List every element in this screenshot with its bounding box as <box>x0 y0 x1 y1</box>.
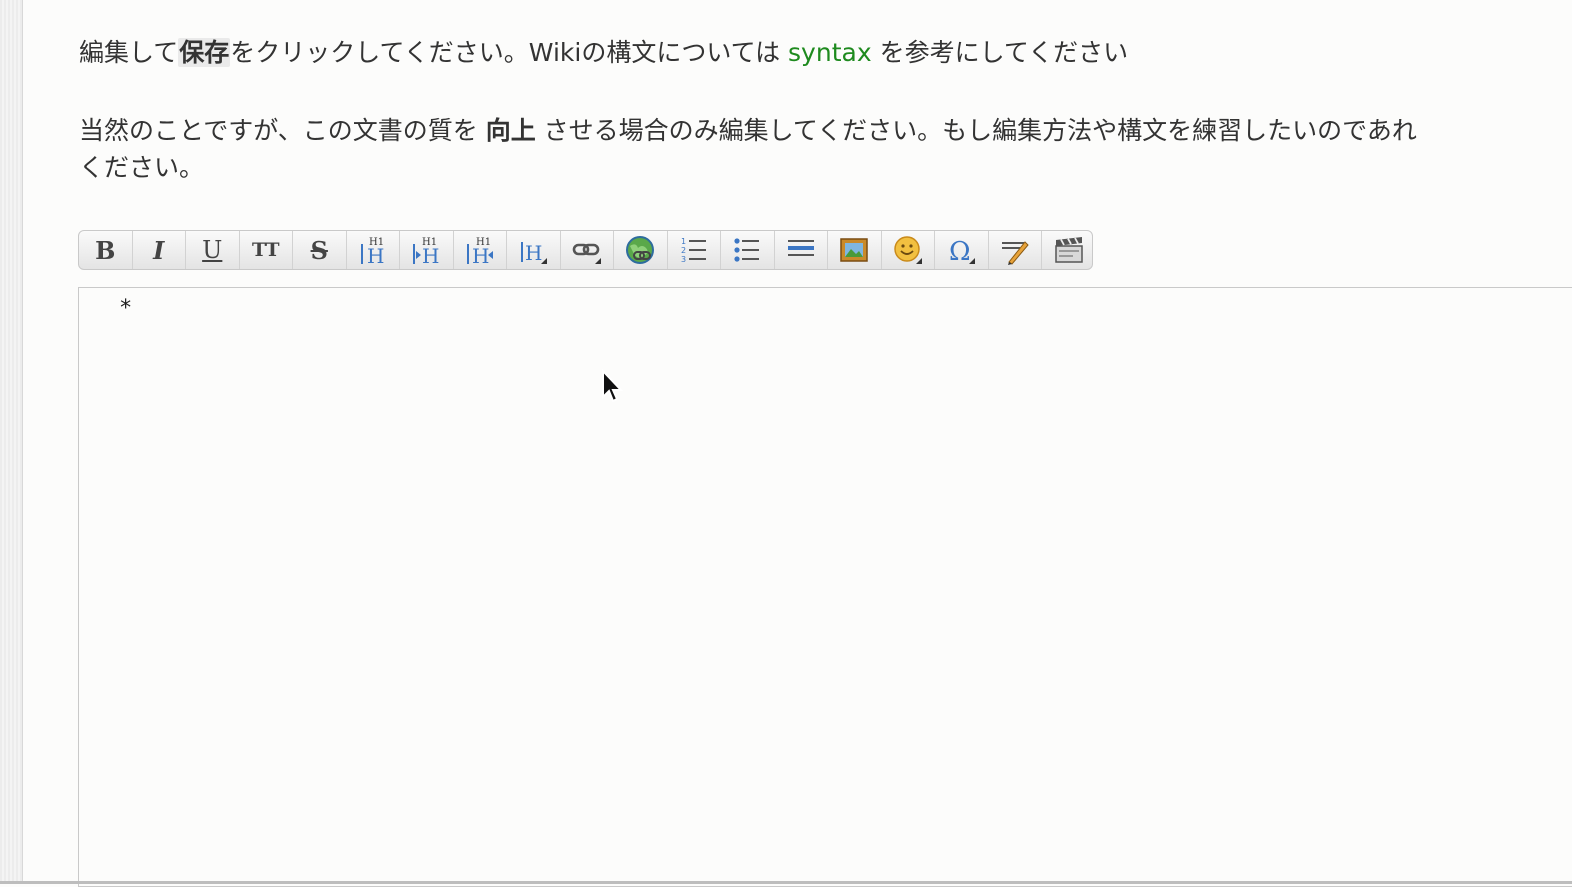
intro-middle: をクリックしてください。Wikiの構文については <box>230 38 789 67</box>
notice-text: 当然のことですが、この文書の質を 向上 させる場合のみ編集してください。もし編集… <box>79 112 1572 186</box>
link-icon <box>572 243 601 264</box>
svg-text:3: 3 <box>681 255 686 264</box>
svg-text:H: H <box>367 244 384 266</box>
omega-icon: Ω <box>949 237 976 266</box>
ordered-list-icon: 1 2 3 <box>681 237 706 264</box>
globe-link-icon <box>626 236 655 264</box>
svg-text:2: 2 <box>681 246 686 255</box>
heading-lower-button[interactable]: H1 H <box>400 231 454 269</box>
ordered-list-button[interactable]: 1 2 3 <box>668 231 721 269</box>
notice-strong: 向上 <box>485 116 536 145</box>
monospace-icon: TT <box>251 239 280 261</box>
clapperboard-icon <box>1055 237 1083 263</box>
media-button[interactable] <box>828 231 882 269</box>
notice-before: 当然のことですが、この文書の質を <box>79 116 486 145</box>
svg-text:1: 1 <box>681 237 686 246</box>
mouse-cursor-icon <box>602 369 624 403</box>
external-link-button[interactable] <box>614 231 668 269</box>
notice-after: させる場合のみ編集してください。もし編集方法や構文を練習したいのであれ <box>535 116 1417 145</box>
unordered-list-icon <box>734 238 760 262</box>
left-border <box>0 0 23 884</box>
unordered-list-button[interactable] <box>721 231 775 269</box>
clapperboard-button[interactable] <box>1042 231 1092 269</box>
intro-after: を参考にしてください <box>871 38 1129 67</box>
special-chars-button[interactable]: Ω <box>935 231 989 269</box>
svg-text:H: H <box>422 244 439 266</box>
heading-same-icon: H1 H <box>360 237 384 266</box>
heading-lower-icon: H1 H <box>413 237 440 266</box>
signature-button[interactable] <box>989 231 1042 269</box>
svg-text:Ω: Ω <box>949 237 971 266</box>
strikethrough-button[interactable]: S <box>293 231 347 269</box>
bold-icon: B <box>95 235 116 265</box>
smiley-button[interactable] <box>882 231 935 269</box>
heading-higher-icon: H1 H <box>466 237 493 266</box>
heading-select-button[interactable]: H <box>507 231 561 269</box>
monospace-button[interactable]: TT <box>240 231 293 269</box>
smiley-icon <box>894 236 922 264</box>
underline-icon: U <box>202 236 223 264</box>
strikethrough-icon: S <box>310 235 328 265</box>
bold-button[interactable]: B <box>79 231 133 269</box>
syntax-link[interactable]: syntax <box>788 38 872 67</box>
horizontal-rule-button[interactable] <box>775 231 828 269</box>
internal-link-button[interactable] <box>561 231 614 269</box>
heading-select-icon: H <box>521 241 548 265</box>
italic-button[interactable]: I <box>133 231 186 269</box>
editor-toolbar: B I U TT S H1 H H1 H H1 H H 1 2 3 Ω <box>78 230 1093 270</box>
horizontal-rule-icon <box>787 240 814 256</box>
intro-before: 編集して <box>79 38 179 67</box>
underline-button[interactable]: U <box>186 231 240 269</box>
notice-line2: ください。 <box>79 153 205 182</box>
svg-text:H: H <box>472 244 489 266</box>
editor-content: * <box>119 296 133 321</box>
image-icon <box>840 238 868 262</box>
wiki-text-editor[interactable]: * <box>78 287 1572 887</box>
svg-text:H: H <box>525 241 542 265</box>
heading-higher-button[interactable]: H1 H <box>454 231 507 269</box>
save-keyword: 保存 <box>178 38 231 67</box>
intro-text: 編集して保存をクリックしてください。Wikiの構文については syntax を参… <box>79 34 1572 71</box>
italic-icon: I <box>153 235 165 265</box>
signature-icon <box>1001 241 1029 265</box>
heading-same-button[interactable]: H1 H <box>347 231 400 269</box>
